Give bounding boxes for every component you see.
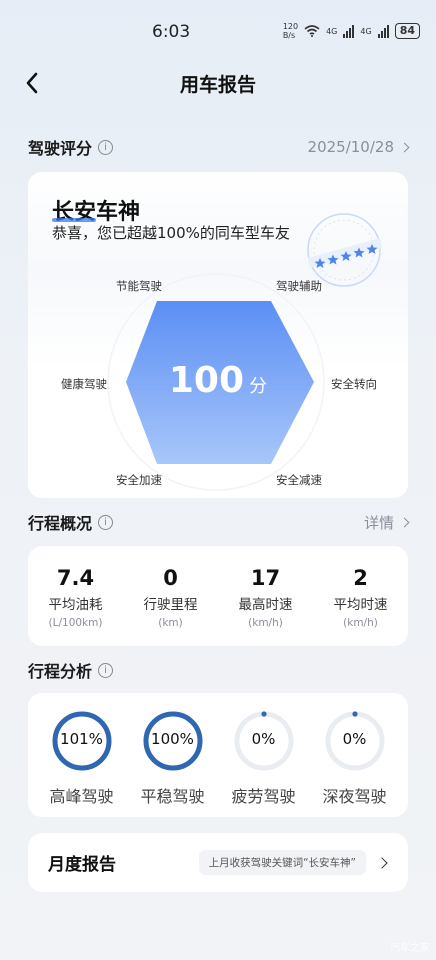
stat-label: 平均时速 — [333, 597, 388, 613]
score-radar: 100 分 节能驾驶 驾驶辅助 健康驾驶 安全转向 安全加速 安全减速 — [28, 264, 408, 498]
signal-icon — [343, 24, 355, 38]
battery-icon: 84 — [394, 23, 420, 39]
stat-unit: (km) — [158, 617, 183, 629]
wifi-icon — [304, 25, 320, 37]
status-bar: 6:03 120 B/s 4G 4G 84 — [0, 0, 436, 56]
analysis-label: 疲劳驾驶 — [231, 787, 296, 806]
ring-value: 100% — [151, 730, 194, 748]
dimension-label: 节能驾驶 — [116, 279, 162, 293]
stat-label: 最高时速 — [238, 597, 293, 613]
monthly-tag: 上月收获驾驶关键词“长安车神” — [198, 850, 366, 875]
score-card: 长安车神 恭喜，您已超越100%的同车型车友 100 分 节能驾驶 驾驶辅助 健… — [28, 172, 408, 498]
status-icons: 120 B/s 4G 4G 84 — [283, 22, 420, 40]
ring-value: 101% — [60, 730, 103, 748]
stat-item: 7.4 平均油耗 (L/100km) — [28, 546, 123, 646]
stat-item: 0 行驶里程 (km) — [123, 546, 218, 646]
chevron-right-icon — [399, 517, 410, 527]
net-speed: 120 B/s — [282, 22, 299, 40]
dimension-label: 安全转向 — [331, 377, 377, 391]
progress-ring: 0% — [233, 710, 295, 772]
info-icon[interactable]: i — [98, 514, 114, 530]
chevron-right-icon — [399, 142, 410, 152]
ring-value: 0% — [342, 730, 367, 748]
analysis-label: 平稳驾驶 — [140, 787, 205, 806]
section-title: 行程分析 — [28, 662, 93, 681]
page-title: 用车报告 — [179, 74, 256, 96]
status-time: 6:03 — [152, 22, 191, 42]
chevron-right-icon — [376, 856, 388, 869]
stat-value: 17 — [250, 566, 281, 590]
ring-value: 0% — [251, 730, 276, 748]
dimension-label: 健康驾驶 — [61, 377, 107, 391]
network-type-label: 4G — [360, 26, 372, 36]
honor-subtitle: 恭喜，您已超越100%的同车型车友 — [52, 224, 290, 242]
progress-ring: 100% — [142, 710, 204, 772]
dimension-label: 安全加速 — [116, 473, 162, 487]
progress-ring: 101% — [51, 710, 113, 772]
trip-section-header: 行程概况 i 详情 — [28, 510, 410, 534]
stat-item: 2 平均时速 (km/h) — [313, 546, 408, 646]
progress-ring: 0% — [324, 710, 386, 772]
analysis-item: 0% 深夜驾驶 — [309, 693, 400, 817]
analysis-item: 101% 高峰驾驶 — [36, 693, 127, 817]
stat-unit: (L/100km) — [48, 617, 103, 629]
analysis-item: 0% 疲劳驾驶 — [218, 693, 309, 817]
ring-start-dot — [351, 711, 358, 717]
score-date: 2025/10/28 — [307, 138, 394, 156]
score-value: 100 — [168, 360, 245, 401]
section-title: 行程概况 — [28, 514, 93, 533]
monthly-report-card[interactable]: 月度报告 上月收获驾驶关键词“长安车神” — [28, 833, 408, 892]
analysis-section-header: 行程分析 i — [28, 658, 408, 682]
analysis-label: 深夜驾驶 — [322, 787, 387, 806]
stat-value: 0 — [163, 566, 178, 590]
network-type-label: 4G — [326, 26, 338, 36]
details-label: 详情 — [363, 513, 394, 532]
info-icon[interactable]: i — [98, 139, 114, 155]
stat-label: 平均油耗 — [48, 597, 103, 613]
info-icon[interactable]: i — [98, 662, 114, 678]
date-selector[interactable]: 2025/10/28 — [307, 138, 410, 156]
trip-analysis-card: 101% 高峰驾驶 100% 平稳驾驶 0% 疲劳驾驶 0% 深夜驾驶 — [28, 693, 408, 817]
watermark: 汽车之家 — [390, 943, 430, 954]
dimension-label: 驾驶辅助 — [276, 279, 322, 293]
stat-unit: (km/h) — [343, 617, 378, 629]
analysis-label: 高峰驾驶 — [49, 787, 114, 806]
score-section-header: 驾驶评分 i 2025/10/28 — [28, 135, 410, 159]
analysis-item: 100% 平稳驾驶 — [127, 693, 218, 817]
stat-value: 2 — [353, 566, 368, 590]
monthly-title: 月度报告 — [48, 855, 116, 875]
nav-bar: 用车报告 — [0, 58, 436, 108]
signal-icon — [377, 24, 389, 38]
ring-start-dot — [260, 711, 267, 717]
score-unit: 分 — [249, 376, 268, 397]
stat-value: 7.4 — [56, 566, 95, 590]
trip-overview-card: 7.4 平均油耗 (L/100km) 0 行驶里程 (km) 17 最高时速 (… — [28, 546, 408, 646]
stat-label: 行驶里程 — [143, 597, 198, 613]
dimension-label: 安全减速 — [276, 473, 322, 487]
details-link[interactable]: 详情 — [363, 512, 410, 533]
stat-item: 17 最高时速 (km/h) — [218, 546, 313, 646]
section-title: 驾驶评分 — [28, 139, 93, 158]
stat-unit: (km/h) — [248, 617, 283, 629]
